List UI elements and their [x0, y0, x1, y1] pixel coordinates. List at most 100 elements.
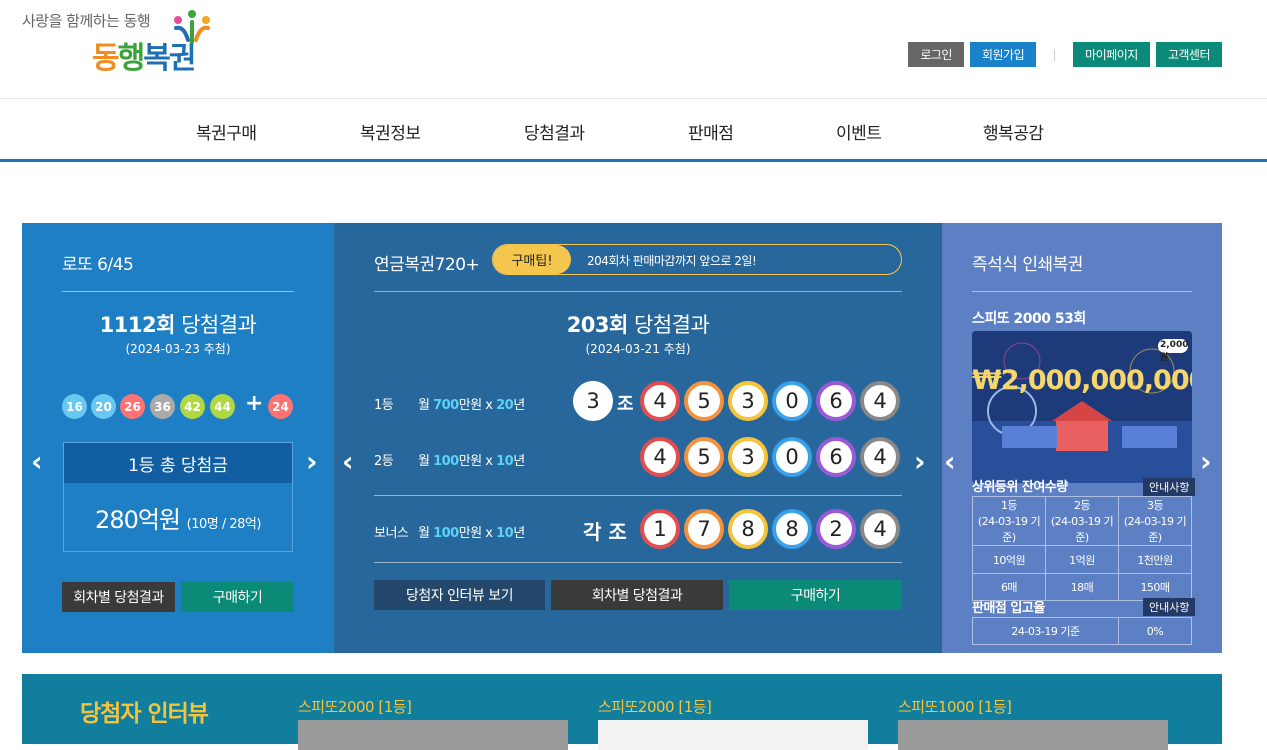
lotto-number-ball: 42: [180, 394, 205, 419]
remain-count-2: 18매: [1045, 573, 1119, 601]
text: 월: [418, 398, 434, 413]
rank: 3등: [1146, 499, 1164, 512]
lotto-number-ball: 16: [62, 394, 87, 419]
interview-item-1-title[interactable]: 스피또2000 [1등]: [298, 696, 412, 717]
text: 만원 x: [458, 454, 497, 469]
interview-strip: 당첨자 인터뷰 스피또2000 [1등] 스피또2000 [1등] 스피또100…: [22, 674, 1222, 750]
divider: [374, 562, 902, 563]
pension-history-button[interactable]: 회차별 당첨결과: [551, 580, 723, 610]
pension-next-arrow-icon[interactable]: ›: [914, 445, 926, 478]
prize-amount: 280억원 (10명 / 28억): [64, 500, 292, 535]
remain-prize-1: 10억원: [972, 545, 1046, 574]
interview-item-3-title[interactable]: 스피또1000 [1등]: [898, 696, 1012, 717]
pension-draw-date: (2024-03-21 추첨): [585, 342, 691, 356]
pension-draw-title: 203회 당첨결과: [334, 309, 942, 339]
remain-col-1-head: 1등 (24-03-19 기준): [972, 496, 1046, 546]
nav-info[interactable]: 복권정보: [360, 119, 421, 144]
interview-thumb-1[interactable]: [298, 720, 568, 750]
rate-date: 24-03-19 기준: [972, 617, 1119, 645]
years: 20: [496, 398, 514, 413]
lotto-number-ball: 44: [210, 394, 235, 419]
pension-panel: 연금복권720+ 구매팁! 204회차 판매마감까지 앞으로 2일! 203회 …: [334, 223, 942, 653]
pension-number-ball: 5: [684, 437, 724, 477]
nav-stores[interactable]: 판매점: [688, 119, 734, 144]
pension-number-ball: 5: [684, 381, 724, 421]
pension-number-ball: 6: [816, 381, 856, 421]
pension-buy-button[interactable]: 구매하기: [729, 580, 902, 610]
amount: 100: [433, 454, 459, 469]
nav-buy[interactable]: 복권구매: [196, 119, 257, 144]
rank: 2등: [1073, 499, 1091, 512]
pension-number-ball: 0: [772, 437, 812, 477]
instant-panel: 즉석식 인쇄복권 스피또 2000 53회 2,000원 ₩2,000,000,…: [942, 223, 1222, 653]
nav-happiness[interactable]: 행복공감: [983, 119, 1044, 144]
years: 10: [496, 454, 514, 469]
interview-item-2-title[interactable]: 스피또2000 [1등]: [598, 696, 712, 717]
text: 월: [418, 526, 434, 541]
plus-sign: +: [245, 391, 264, 416]
speetto-card-image[interactable]: 2,000원 ₩2,000,000,000: [972, 331, 1192, 483]
pension-number-ball: 7: [684, 509, 724, 549]
nav-events[interactable]: 이벤트: [836, 119, 882, 144]
remain-table: 1등 (24-03-19 기준) 2등 (24-03-19 기준) 3등 (24-03…: [972, 496, 1192, 601]
nav-results[interactable]: 당첨결과: [524, 119, 585, 144]
remain-prize-3: 1천만원: [1118, 545, 1192, 574]
pension-number-ball: 0: [772, 381, 812, 421]
mypage-button[interactable]: 마이페이지: [1073, 42, 1150, 67]
jo-label: 조: [617, 394, 634, 415]
interview-thumb-2[interactable]: [598, 720, 868, 750]
lotto-draw-date: (2024-03-23 추첨): [125, 342, 231, 356]
pension-number-ball: 3: [728, 381, 768, 421]
lotto-buy-button[interactable]: 구매하기: [181, 582, 294, 612]
card-price: 2,000원: [1160, 340, 1189, 363]
pension-number-ball: 4: [860, 437, 900, 477]
pension-number-ball: 6: [816, 437, 856, 477]
each-jo-label: 각 조: [583, 520, 627, 544]
interview-thumb-3[interactable]: [898, 720, 1168, 750]
rate-title: 판매점 입고율: [972, 601, 1045, 616]
divider: [374, 291, 902, 292]
support-button[interactable]: 고객센터: [1155, 42, 1222, 67]
amount: 700: [433, 398, 459, 413]
lotto-number-ball: 20: [91, 394, 116, 419]
brand-part-2: 행: [117, 41, 146, 76]
pension-number-ball: 4: [640, 437, 680, 477]
rank-2-label: 2등: [374, 454, 394, 469]
instant-product-name: 스피또 2000 53회: [972, 311, 1086, 327]
lotto-draw-suffix: 당첨결과: [174, 313, 257, 337]
prize-total: 280억원: [95, 506, 181, 534]
login-button[interactable]: 로그인: [908, 42, 964, 67]
divider: [972, 291, 1192, 292]
rate-guide-tag[interactable]: 안내사항: [1143, 598, 1196, 616]
prize-detail: (10명 / 28억): [186, 517, 262, 532]
pension-number-ball: 3: [728, 437, 768, 477]
text: 년: [513, 454, 525, 469]
remain-guide-tag[interactable]: 안내사항: [1143, 478, 1196, 496]
rank-1-label: 1등: [374, 398, 394, 413]
interview-button[interactable]: 당첨자 인터뷰 보기: [374, 580, 545, 610]
instant-prev-arrow-icon[interactable]: ‹: [944, 445, 956, 478]
purchase-tip: 구매팁! 204회차 판매마감까지 앞으로 2일!: [492, 244, 902, 275]
lotto-bonus-ball: 24: [268, 394, 293, 419]
remain-count-3: 150매: [1118, 573, 1192, 601]
pension-number-ball: 4: [860, 381, 900, 421]
pension-prev-arrow-icon[interactable]: ‹: [342, 445, 354, 478]
lotto-history-button[interactable]: 회차별 당첨결과: [62, 582, 175, 612]
text: 년: [513, 526, 525, 541]
tip-badge: 구매팁!: [493, 245, 571, 274]
main-navigation: 복권구매 복권정보 당첨결과 판매점 이벤트 행복공감: [0, 98, 1267, 162]
amount: 100: [433, 526, 459, 541]
remain-col-3-head: 3등 (24-03-19 기준): [1118, 496, 1192, 546]
lotto-next-arrow-icon[interactable]: ›: [306, 445, 318, 478]
lotto-number-ball: 36: [150, 394, 175, 419]
bonus-amount: 월 100만원 x 10년: [418, 522, 525, 541]
card-illustration: [972, 331, 1192, 483]
pension-number-ball: 8: [728, 509, 768, 549]
instant-next-arrow-icon[interactable]: ›: [1200, 445, 1212, 478]
rank-1-amount: 월 700만원 x 20년: [418, 394, 525, 413]
years: 10: [496, 526, 514, 541]
group-ball: 3: [573, 381, 613, 421]
join-button[interactable]: 회원가입: [969, 42, 1037, 67]
lotto-prev-arrow-icon[interactable]: ‹: [31, 445, 43, 478]
remain-col-2-head: 2등 (24-03-19 기준): [1045, 496, 1119, 546]
